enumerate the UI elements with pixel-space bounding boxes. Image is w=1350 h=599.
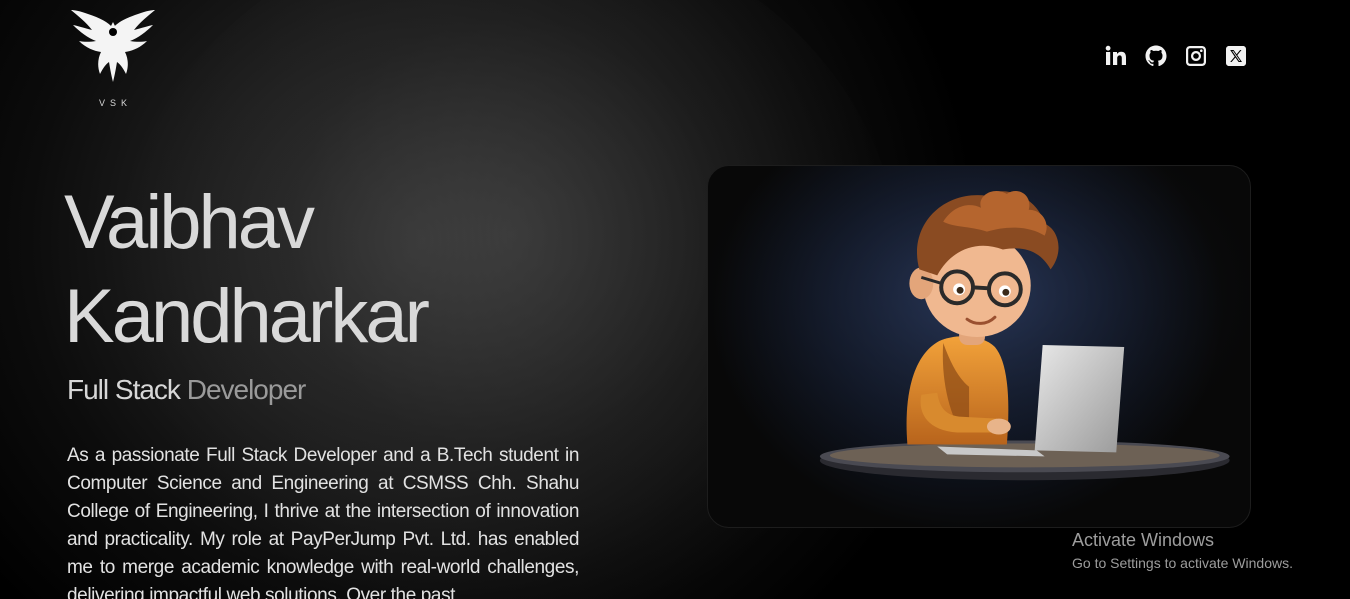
role-primary: Full Stack <box>67 374 181 405</box>
github-icon <box>1145 45 1167 67</box>
hero-illustration <box>707 165 1251 528</box>
developer-avatar-illustration <box>708 166 1250 527</box>
linkedin-icon <box>1105 45 1126 65</box>
watermark-subtitle: Go to Settings to activate Windows. <box>1072 555 1293 571</box>
eagle-logo-icon <box>71 10 155 82</box>
github-link[interactable] <box>1144 44 1168 68</box>
last-name: Kandharkar <box>64 274 430 359</box>
x-link[interactable] <box>1224 44 1248 68</box>
social-links <box>1104 44 1248 68</box>
instagram-link[interactable] <box>1184 44 1208 68</box>
logo-text: VSK <box>98 98 132 108</box>
watermark-title: Activate Windows <box>1072 530 1215 550</box>
role-secondary: Developer <box>186 374 307 405</box>
hero-role: Full Stack Developer <box>67 374 307 406</box>
instagram-icon <box>1186 46 1206 66</box>
portfolio-page: VSK Vaibhav Kandharkar Full Stack Develo… <box>0 0 1350 599</box>
linkedin-link[interactable] <box>1104 44 1128 68</box>
x-icon <box>1226 46 1246 66</box>
windows-activation-watermark: Activate Windows Go to Settings to activ… <box>1072 529 1293 573</box>
hero-name: Vaibhav Kandharkar <box>64 176 430 364</box>
site-logo[interactable]: VSK <box>70 8 156 112</box>
hero-bio: As a passionate Full Stack Developer and… <box>67 445 579 599</box>
first-name: Vaibhav <box>64 180 315 265</box>
